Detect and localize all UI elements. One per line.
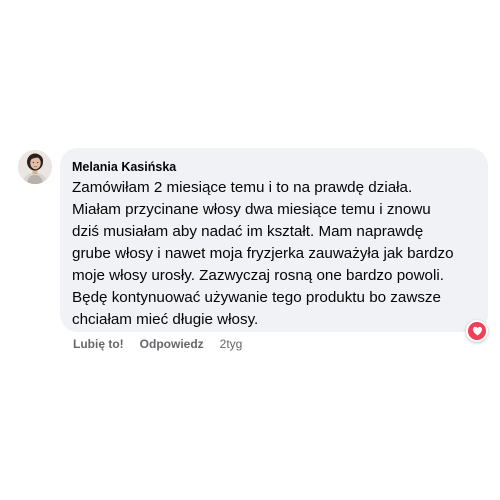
comment: Melania Kasińska Zamówiłam 2 miesiące te… xyxy=(18,148,490,388)
comment-author[interactable]: Melania Kasińska xyxy=(72,159,476,175)
comment-text-line: Będę kontynuować używanie tego produktu … xyxy=(72,289,441,306)
reply-button[interactable]: Odpowiedz xyxy=(140,336,204,352)
reaction-badge[interactable] xyxy=(466,320,488,342)
heart-icon xyxy=(468,322,486,340)
comment-actions: Lubię to! Odpowiedz 2tyg xyxy=(73,336,242,352)
comment-text-line: chciałam mieć długie włosy. xyxy=(72,311,259,328)
comment-timestamp[interactable]: 2tyg xyxy=(220,336,243,352)
avatar-photo xyxy=(18,150,52,184)
comment-text-line: Miałam przycinane włosy dwa miesiące tem… xyxy=(72,201,431,218)
comment-bubble: Melania Kasińska Zamówiłam 2 miesiące te… xyxy=(60,148,488,332)
comment-text-line: Zamówiłam 2 miesiące temu i to na prawdę… xyxy=(72,179,413,196)
avatar[interactable] xyxy=(18,150,52,184)
comment-text-line: grube włosy i nawet moja fryzjerka zauwa… xyxy=(72,245,454,262)
comment-text-line: dziś musiałam aby nadać im kształt. Mam … xyxy=(72,223,424,240)
like-button[interactable]: Lubię to! xyxy=(73,336,124,352)
comment-text: Zamówiłam 2 miesiące temu i to na prawdę… xyxy=(72,177,476,331)
comment-text-line: moje włosy urosły. Zazwyczaj rosną one b… xyxy=(72,267,444,284)
